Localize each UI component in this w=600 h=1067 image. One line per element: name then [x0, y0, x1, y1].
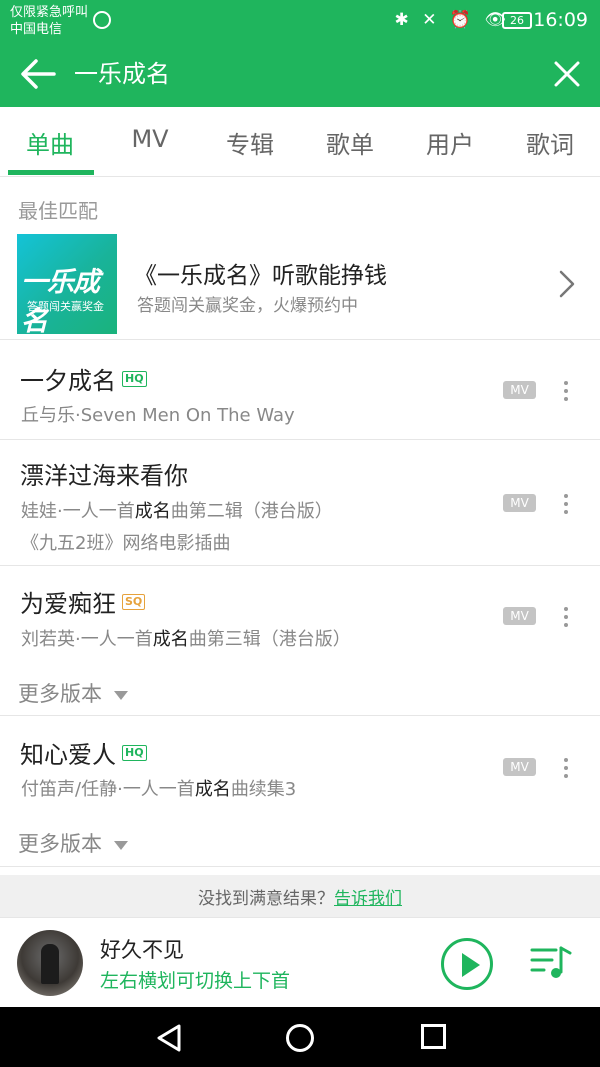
- status-bar: 仅限紧急呼叫 中国电信 ✱ ✕ ⏰ 👁 26 16:09: [0, 0, 600, 41]
- chevron-right-icon: [559, 270, 575, 298]
- more-versions-toggle[interactable]: 更多版本: [18, 828, 128, 858]
- song-title: 知心爱人 HQ: [20, 735, 147, 770]
- status-icons: ✱ ✕ ⏰ 👁: [394, 10, 510, 30]
- sq-badge: SQ: [122, 594, 146, 610]
- globe-icon: [93, 11, 111, 29]
- song-artist-album: 娃娃·一人一首成名曲第二辑（港台版）: [21, 497, 333, 523]
- more-versions-toggle[interactable]: 更多版本: [18, 678, 128, 708]
- mv-badge[interactable]: MV: [503, 607, 536, 625]
- album-text: 曲第二辑（港台版）: [170, 501, 333, 522]
- best-match-label: 最佳匹配: [18, 199, 98, 223]
- hq-badge: HQ: [122, 371, 147, 387]
- song-row[interactable]: 一夕成名 HQ 丘与乐·Seven Men On The Way MV: [0, 341, 600, 440]
- feedback-link[interactable]: 告诉我们: [334, 889, 402, 909]
- more-options-icon[interactable]: [556, 604, 576, 630]
- song-title-text: 一夕成名: [20, 367, 116, 395]
- song-title: 为爱痴狂 SQ: [20, 584, 146, 619]
- song-artist-album: 丘与乐·Seven Men On The Way: [21, 401, 295, 427]
- swipe-hint: 左右横划可切换上下首: [100, 970, 291, 992]
- album-text: 一人一首: [122, 779, 195, 800]
- song-title-text: 为爱痴狂: [20, 590, 116, 618]
- carrier-line-1: 仅限紧急呼叫: [10, 5, 89, 20]
- album-highlight: 成名: [134, 501, 171, 522]
- chevron-down-icon: [114, 690, 128, 700]
- song-row[interactable]: 漂洋过海来看你 娃娃·一人一首成名曲第二辑（港台版） 《九五2班》网络电影插曲 …: [0, 441, 600, 566]
- thumbnail-caption: 答题闯关赢奖金: [27, 300, 104, 313]
- album-text: 曲续集3: [230, 779, 297, 800]
- search-query-input[interactable]: 一乐成名: [74, 57, 170, 91]
- song-artist: 娃娃: [21, 501, 57, 522]
- album-highlight: 成名: [194, 779, 231, 800]
- song-artist: 刘若英: [21, 629, 75, 650]
- album-cover[interactable]: [17, 930, 83, 996]
- song-artist-album: 刘若英·一人一首成名曲第三辑（港台版）: [21, 625, 351, 651]
- battery-icon: 26: [502, 12, 532, 29]
- best-match-subtitle: 答题闯关赢奖金，火爆预约中: [137, 296, 358, 316]
- song-title: 一夕成名 HQ: [20, 361, 147, 396]
- album-text: 一人一首: [80, 629, 153, 650]
- song-title: 漂洋过海来看你: [20, 462, 188, 490]
- thumbnail-logo-text: 一乐成名: [21, 267, 100, 334]
- album-highlight: 成名: [152, 629, 189, 650]
- nav-back-icon[interactable]: [155, 1023, 183, 1053]
- chevron-down-icon: [114, 840, 128, 850]
- mv-badge[interactable]: MV: [503, 494, 536, 512]
- tab-users[interactable]: 用户: [400, 125, 500, 160]
- search-header: 一乐成名: [0, 41, 600, 107]
- song-album: Seven Men On The Way: [80, 405, 295, 426]
- song-row[interactable]: 知心爱人 HQ 付笛声/任静·一人一首成名曲续集3 MV 更多版本: [0, 717, 600, 867]
- playlist-icon[interactable]: [530, 942, 572, 982]
- nav-recents-icon[interactable]: [421, 1024, 446, 1049]
- best-match-thumbnail: 一乐成名 答题闯关赢奖金: [17, 234, 117, 334]
- song-row[interactable]: 为爱痴狂 SQ 刘若英·一人一首成名曲第三辑（港台版） MV 更多版本: [0, 567, 600, 716]
- mv-badge[interactable]: MV: [503, 758, 536, 776]
- now-playing-title: 好久不见: [100, 938, 184, 962]
- feedback-bar: 没找到满意结果？告诉我们: [0, 875, 600, 917]
- more-options-icon[interactable]: [556, 491, 576, 517]
- back-arrow-icon[interactable]: [18, 56, 58, 92]
- nav-home-icon[interactable]: [286, 1024, 314, 1052]
- feedback-text: 没找到满意结果？: [198, 889, 334, 909]
- hq-badge: HQ: [122, 745, 147, 761]
- clear-icon[interactable]: [552, 59, 582, 89]
- more-options-icon[interactable]: [556, 378, 576, 404]
- song-artist: 丘与乐: [21, 405, 75, 426]
- song-title-text: 知心爱人: [20, 741, 116, 769]
- tab-mv[interactable]: MV: [100, 125, 200, 153]
- tab-albums[interactable]: 专辑: [200, 125, 300, 160]
- song-artist-album: 付笛声/任静·一人一首成名曲续集3: [21, 775, 296, 801]
- song-artist: 付笛声/任静: [21, 779, 118, 800]
- album-text: 曲第三辑（港台版）: [188, 629, 351, 650]
- carrier-line-2: 中国电信: [10, 22, 63, 37]
- tab-playlists[interactable]: 歌单: [300, 125, 400, 160]
- carrier-info: 仅限紧急呼叫 中国电信: [10, 4, 88, 38]
- mini-player[interactable]: 好久不见 左右横划可切换上下首: [0, 917, 600, 1007]
- tab-lyrics[interactable]: 歌词: [500, 125, 600, 160]
- more-versions-label: 更多版本: [18, 682, 102, 706]
- result-tabs: 单曲 MV 专辑 歌单 用户 歌词: [0, 107, 600, 177]
- mv-badge[interactable]: MV: [503, 381, 536, 399]
- system-nav-bar: [0, 1007, 600, 1067]
- album-text: 一人一首: [62, 501, 135, 522]
- clock: 16:09: [533, 9, 588, 31]
- more-options-icon[interactable]: [556, 755, 576, 781]
- song-description: 《九五2班》网络电影插曲: [21, 533, 231, 554]
- more-versions-label: 更多版本: [18, 832, 102, 856]
- best-match-title: 《一乐成名》听歌能挣钱: [134, 263, 387, 289]
- play-icon[interactable]: [441, 938, 493, 990]
- best-match-card[interactable]: 一乐成名 答题闯关赢奖金 《一乐成名》听歌能挣钱 答题闯关赢奖金，火爆预约中: [0, 228, 600, 340]
- active-tab-indicator: [8, 170, 94, 175]
- tab-songs[interactable]: 单曲: [0, 125, 100, 160]
